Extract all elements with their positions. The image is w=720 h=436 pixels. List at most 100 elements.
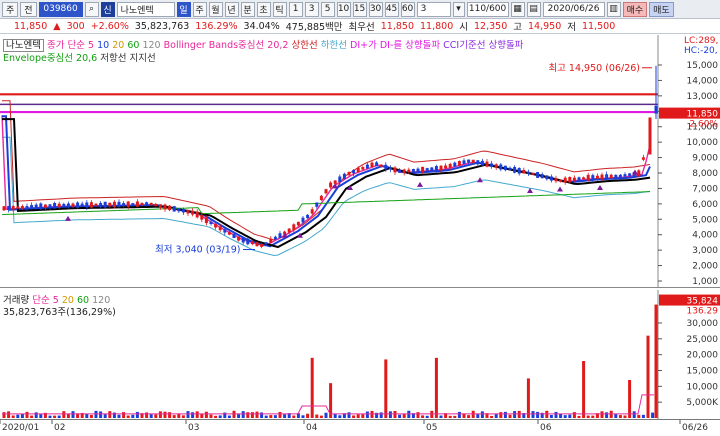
period-year[interactable]: 년 (224, 1, 239, 17)
candle-body (131, 203, 135, 206)
period-second[interactable]: 초 (256, 1, 271, 17)
candle-body (66, 203, 70, 208)
minute-15[interactable]: 15 (352, 1, 367, 17)
date-input[interactable]: 2020/06/26 (542, 1, 605, 17)
candle-body (269, 238, 273, 243)
volume-bar (85, 413, 89, 418)
best-quote-label: 최우선 (348, 22, 375, 33)
candle-body (600, 174, 604, 180)
candle-body (80, 203, 84, 207)
candle-body (260, 243, 264, 247)
count-select[interactable]: 3 (416, 1, 451, 17)
volume-chart-pane[interactable]: 30,000 25,000 20,000 15,000 10,000 5,000K 35,8… (0, 290, 720, 419)
volume-bar (563, 415, 567, 418)
candle-body (94, 203, 98, 206)
candle-body (292, 224, 296, 230)
candle-body (2, 206, 6, 211)
minute-45[interactable]: 45 (384, 1, 399, 17)
candle-body (255, 242, 259, 247)
volume-bar (2, 412, 6, 418)
candle-body (384, 164, 388, 170)
candle-body (16, 206, 20, 209)
price-chart-pane[interactable]: 15,00014,00013,00012,00011,00010,0009,00… (0, 35, 720, 288)
price-tick-label: 3,000 (692, 246, 718, 256)
period-week[interactable]: 주 (192, 1, 207, 17)
volume-bar (250, 412, 254, 418)
volume-bar (135, 411, 139, 418)
sin-button[interactable]: 신 (100, 1, 115, 17)
candle-body (476, 160, 480, 165)
volume-bar (145, 412, 149, 418)
period-month[interactable]: 월 (208, 1, 223, 17)
search-icon[interactable]: ⌕ (84, 1, 99, 17)
volume-bar (278, 411, 282, 418)
menu-button[interactable]: 주 (2, 1, 19, 17)
candle-body (145, 202, 149, 206)
calendar-icon[interactable]: ▤ (526, 1, 541, 17)
volume-tick-label: 20,000 (687, 351, 719, 361)
period-button[interactable]: 전 (20, 1, 37, 17)
volume-bar (365, 411, 369, 418)
candle-body (85, 202, 89, 208)
minute-3[interactable]: 3 (304, 1, 319, 17)
volume-current-label: 35,824 (687, 297, 719, 307)
candle-body (301, 217, 305, 223)
sell-button[interactable]: 매도 (649, 1, 674, 17)
candle-body (200, 214, 204, 220)
candle-body (379, 164, 383, 167)
volume-bar (508, 414, 512, 418)
stock-code-input[interactable]: 039860 (38, 1, 83, 17)
volume-bar (352, 415, 356, 418)
minute-30[interactable]: 30 (368, 1, 383, 17)
volume-bar (439, 415, 443, 418)
candle-body (568, 176, 572, 183)
minute-1[interactable]: 1 (288, 1, 303, 17)
candle-body (112, 201, 116, 208)
volume-bar (255, 411, 259, 418)
buy-button[interactable]: 매수 (622, 1, 648, 17)
volume-bar (503, 411, 507, 418)
chevron-down-icon[interactable]: ▾ (452, 1, 465, 17)
volume-bar (20, 413, 24, 418)
legend-envelope: Envelope중심선 20,6 (3, 53, 98, 64)
candle-body (214, 224, 218, 228)
period-day[interactable]: 일 (176, 1, 191, 17)
price-tick-label: 6,000 (692, 200, 718, 210)
volume-bar (260, 412, 264, 418)
legend-dmi: DI+가 DI-를 상향돌파 (350, 40, 441, 51)
candle-body (430, 167, 434, 171)
volume-bar (618, 415, 622, 418)
grid-icon[interactable]: ▦ (510, 1, 525, 17)
candle-body (154, 203, 158, 207)
candle-body (554, 178, 558, 182)
candle-body (563, 177, 567, 183)
volume-bar (591, 415, 595, 418)
period-tick[interactable]: 틱 (272, 1, 287, 17)
minute-10[interactable]: 10 (336, 1, 351, 17)
chart-icon[interactable]: ▥ (606, 1, 621, 17)
candle-body (48, 204, 52, 208)
minute-60[interactable]: 60 (400, 1, 415, 17)
volume-bar (600, 411, 604, 418)
period-minute[interactable]: 분 (240, 1, 255, 17)
volume-bar (457, 411, 461, 418)
candle-body (605, 174, 609, 180)
candle-body (315, 202, 319, 207)
volume-bar (430, 410, 434, 418)
candle-body (39, 203, 43, 210)
candle-body (467, 159, 471, 163)
candle-body (324, 189, 328, 194)
volume-bar (89, 414, 93, 418)
candle-body (398, 169, 402, 173)
legend-lower: 하한선 (320, 40, 347, 51)
candle-body (490, 163, 494, 167)
volume-bar (425, 415, 429, 418)
candle-body (20, 206, 24, 209)
volume-bar (384, 359, 388, 418)
volume-bar (264, 415, 268, 418)
price-chart[interactable]: 15,00014,00013,00012,00011,00010,0009,00… (0, 35, 720, 288)
candle-body (480, 160, 484, 166)
volume-bar (241, 411, 245, 418)
volume-bar (7, 411, 11, 418)
minute-5[interactable]: 5 (320, 1, 335, 17)
